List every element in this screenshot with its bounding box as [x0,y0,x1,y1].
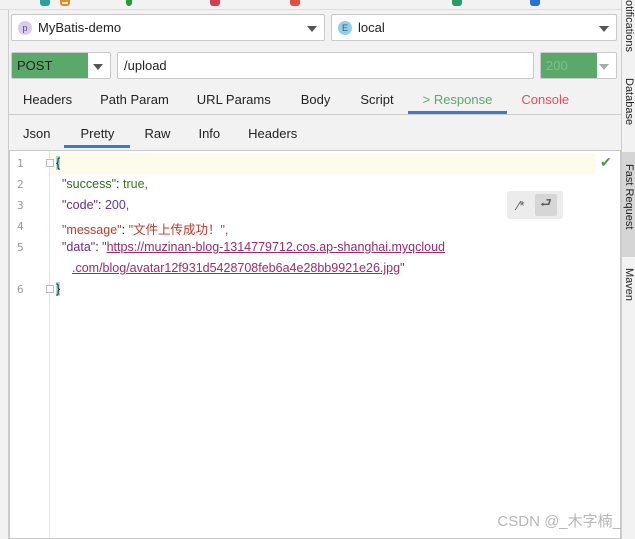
tab-pretty[interactable]: Pretty [64,118,131,148]
right-tool-bar: otifications Database Fast Request Maven [621,0,635,539]
tab-json[interactable]: Json [9,118,64,148]
line-gutter: 1 2 3 4 5 6 [10,151,50,538]
current-line-highlight [10,153,595,174]
json-key: "code" [62,198,98,212]
top-toolbar [0,0,621,10]
tab-response[interactable]: > Response [407,85,508,114]
environment-name: local [358,20,385,35]
editor-floating-toolbar: ⁄* ⮐ [507,191,563,219]
response-editor[interactable]: 1 2 3 4 5 6 { "success": true, "code": 2… [9,150,621,539]
toolbar-icon[interactable] [452,0,462,6]
environment-select[interactable]: E local [331,14,617,41]
project-icon: p [18,20,32,35]
json-value: 200, [104,198,130,212]
url-link[interactable]: .com/blog/avatar12f931d5428708feb6a4e28b… [72,261,400,275]
tab-response-headers[interactable]: Headers [234,118,311,148]
open-brace: { [56,156,61,170]
url-value: /upload [124,58,167,73]
tab-raw[interactable]: Raw [130,118,184,148]
line-number: 5 [17,241,24,254]
format-wand-icon[interactable]: ⁄* [510,194,532,216]
toolbar-icon[interactable] [530,0,540,6]
json-key: "success" [62,177,117,191]
fold-icon[interactable] [46,159,54,167]
tool-database[interactable]: Database [623,78,635,125]
json-value: true, [122,177,148,191]
toolbar-icon[interactable] [40,0,50,6]
status-select[interactable]: 200 [540,52,617,79]
chevron-down-icon [307,26,317,32]
tab-path-param[interactable]: Path Param [86,85,183,114]
close-brace: } [56,282,61,296]
main-tabs: Headers Path Param URL Params Body Scrip… [9,85,621,115]
tool-notifications[interactable]: otifications [623,0,635,52]
chevron-down-icon [599,26,609,32]
line-number: 3 [17,199,24,212]
json-key: "message" [62,223,122,237]
json-key: "data" [62,240,96,254]
tool-fast-request[interactable]: Fast Request [622,152,635,257]
tab-headers[interactable]: Headers [9,85,86,114]
tab-body[interactable]: Body [285,85,347,114]
watermark: CSDN @_木字楠_ [497,513,621,530]
fold-icon[interactable] [46,285,54,293]
json-value: "文件上传成功！", [128,223,229,237]
url-link[interactable]: https://muzinan-blog-1314779712.cos.ap-s… [107,240,445,254]
tab-console[interactable]: Console [507,85,583,114]
toolbar-icon[interactable] [290,0,300,6]
quote: " [400,261,405,275]
line-number: 1 [17,157,24,170]
left-panel-edge [0,10,9,539]
url-input[interactable]: /upload [117,52,534,79]
line-number: 6 [17,283,24,296]
valid-check-icon: ✔ [600,154,612,170]
tab-script[interactable]: Script [346,85,407,114]
chevron-down-icon [93,64,103,70]
line-number: 4 [17,220,24,233]
method-select[interactable]: POST [11,52,111,79]
tab-url-params[interactable]: URL Params [183,85,285,114]
line-number: 2 [17,178,24,191]
tab-info[interactable]: Info [184,118,234,148]
tool-maven[interactable]: Maven [623,268,635,301]
status-value: 200 [541,53,597,78]
environment-icon: E [338,20,352,35]
response-tabs: Json Pretty Raw Info Headers [9,118,311,148]
toolbar-icon[interactable] [60,0,70,6]
chevron-down-icon [599,64,609,70]
method-value: POST [12,53,88,78]
project-name: MyBatis-demo [38,20,122,35]
soft-wrap-icon[interactable]: ⮐ [535,194,557,216]
toolbar-icon[interactable] [210,0,220,6]
toolbar-icon[interactable] [126,0,132,6]
project-select[interactable]: p MyBatis-demo [11,14,325,41]
